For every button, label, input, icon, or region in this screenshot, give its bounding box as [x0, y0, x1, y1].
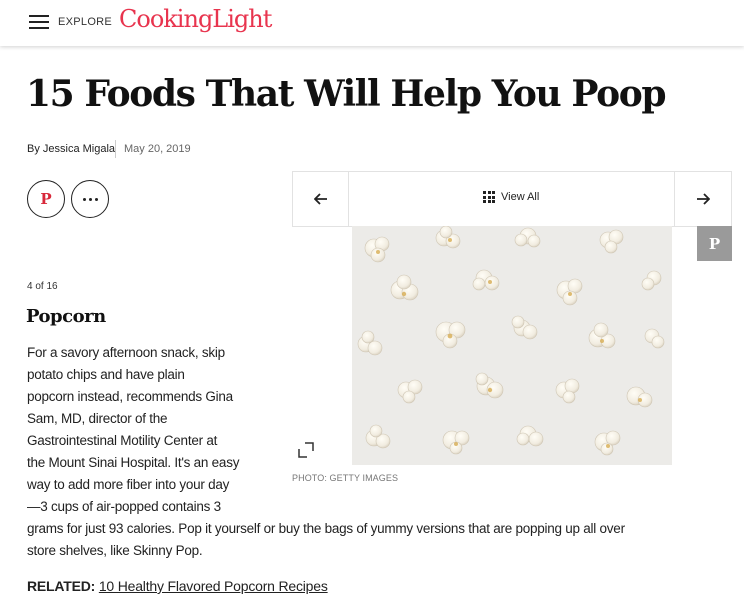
- body-line: Gastrointestinal Motility Center at: [27, 433, 218, 448]
- pinterest-icon: P: [708, 234, 721, 253]
- body-line: way to add more fiber into your day: [27, 477, 230, 492]
- pinterest-icon: P: [40, 190, 52, 208]
- photo-credit: PHOTO: GETTY IMAGES: [292, 473, 399, 483]
- next-slide-button[interactable]: [674, 172, 731, 226]
- body-line: Sam, MD, director of the: [27, 411, 168, 426]
- view-all-button[interactable]: View All: [483, 191, 539, 203]
- more-options-icon: [82, 197, 98, 201]
- related-label: RELATED:: [27, 578, 96, 594]
- popcorn-image: [352, 226, 672, 465]
- pinterest-share-button[interactable]: P: [27, 180, 65, 218]
- slide-counter: 4 of 16: [27, 281, 58, 292]
- body-line: potato chips and have plain: [27, 367, 185, 382]
- body-line: the Mount Sinai Hospital. It's an easy: [27, 455, 240, 470]
- body-line: For a savory afternoon snack, skip: [27, 345, 225, 360]
- related-link-block: RELATED: 10 Healthy Flavored Popcorn Rec…: [27, 578, 328, 594]
- byline: By Jessica Migala: [27, 143, 115, 155]
- byline-divider: [115, 140, 116, 158]
- body-line: —3 cups of air-popped contains 3: [27, 499, 221, 514]
- arrow-right-icon: [697, 193, 710, 205]
- grid-icon: [483, 191, 495, 203]
- explore-menu-label[interactable]: EXPLORE: [58, 16, 112, 28]
- publish-date: May 20, 2019: [124, 143, 191, 155]
- top-nav-bar: EXPLORE CookingLight: [0, 0, 744, 46]
- byline-prefix: By: [27, 143, 40, 155]
- arrow-left-icon: [313, 193, 327, 205]
- more-options-button[interactable]: [71, 180, 109, 218]
- site-logo[interactable]: CookingLight: [119, 5, 272, 33]
- article-title: 15 Foods That Will Help You Poop: [26, 73, 667, 115]
- view-all-label: View All: [501, 191, 540, 203]
- body-line: popcorn instead, recommends Gina: [27, 389, 233, 404]
- slide-title: Popcorn: [26, 306, 106, 327]
- expand-icon[interactable]: [297, 441, 315, 459]
- body-line: grams for just 93 calories. Pop it yours…: [27, 521, 625, 536]
- body-line: store shelves, like Skinny Pop.: [27, 543, 203, 558]
- related-recipe-link[interactable]: 10 Healthy Flavored Popcorn Recipes: [99, 578, 328, 594]
- author-name[interactable]: Jessica Migala: [43, 143, 115, 155]
- pinterest-save-button[interactable]: P: [697, 226, 732, 261]
- hamburger-menu-icon[interactable]: [29, 15, 49, 31]
- slideshow-nav: View All: [292, 171, 732, 227]
- slide-photo-popcorn: [352, 226, 672, 465]
- previous-slide-button[interactable]: [293, 172, 349, 226]
